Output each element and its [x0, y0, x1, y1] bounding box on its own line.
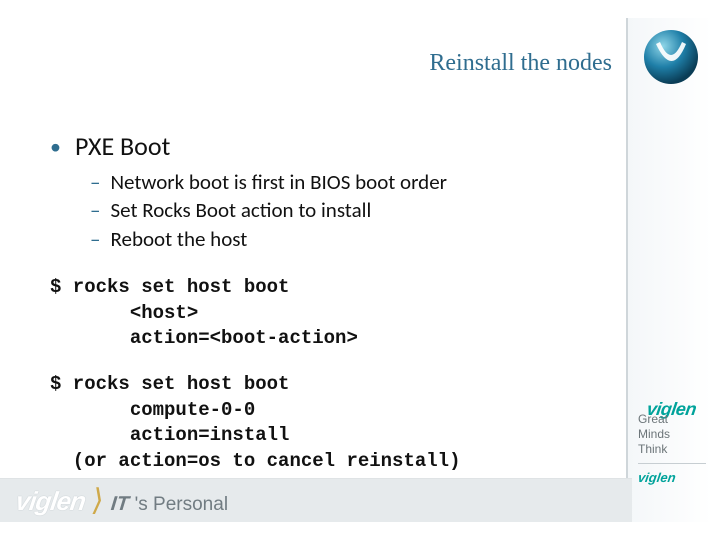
- brand-tagline: Great Minds Think viglen: [638, 412, 706, 486]
- bullet-text: Network boot is first in BIOS boot order: [110, 168, 447, 196]
- tagline-line: Minds: [638, 427, 706, 442]
- bullet-level-1: • PXE Boot: [50, 130, 610, 162]
- divider: [638, 463, 706, 464]
- slide-title: Reinstall the nodes: [429, 50, 612, 77]
- bullet-text: PXE Boot: [75, 130, 170, 162]
- bullet-level-2: – Network boot is first in BIOS boot ord…: [90, 168, 610, 196]
- paren-icon: ⟩: [90, 483, 107, 518]
- bullet-text: Set Rocks Boot action to install: [110, 196, 371, 224]
- footer-bar: viglen ⟩ IT 's Personal: [0, 478, 632, 522]
- slide-body: • PXE Boot – Network boot is first in BI…: [50, 130, 610, 475]
- code-block-example: $ rocks set host boot compute-0-0 action…: [50, 372, 610, 475]
- bullet-dot-icon: •: [50, 136, 61, 158]
- code-block-template: $ rocks set host boot <host> action=<boo…: [50, 275, 610, 352]
- tagline-line: Think: [638, 442, 706, 457]
- bullet-text: Reboot the host: [110, 225, 247, 253]
- bullet-dash-icon: –: [90, 196, 100, 224]
- tagline-line: Great: [638, 412, 706, 427]
- slide: Reinstall the nodes • PXE Boot – Network…: [0, 0, 720, 540]
- brand-orb-icon: [642, 28, 700, 86]
- bullet-level-2: – Set Rocks Boot action to install: [90, 196, 610, 224]
- bullet-level-2: – Reboot the host: [90, 225, 610, 253]
- footer-logo: viglen ⟩ IT 's Personal: [16, 483, 228, 518]
- brand-viglen-small: viglen: [637, 470, 707, 486]
- footer-viglen-text: viglen: [14, 486, 87, 517]
- bullet-dash-icon: –: [90, 225, 100, 253]
- footer-it-text: IT: [110, 493, 130, 516]
- bullet-dash-icon: –: [90, 168, 100, 196]
- footer-personal-text: 's Personal: [135, 494, 228, 516]
